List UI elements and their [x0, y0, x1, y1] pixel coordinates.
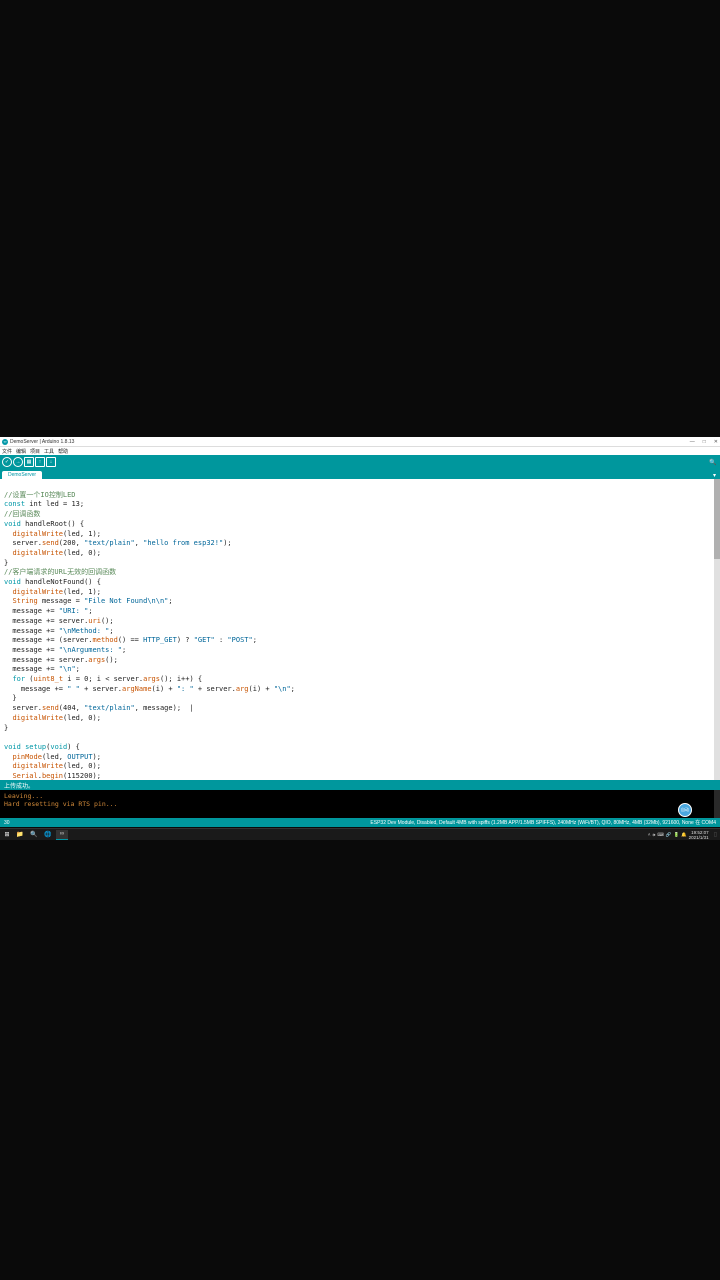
arduino-ide-window: ∞ DemoServer | Arduino 1.8.13 — □ ✕ 文件 编… — [0, 437, 720, 827]
tab-menu-button[interactable]: ▾ — [711, 472, 718, 479]
menu-help[interactable]: 帮助 — [58, 448, 68, 455]
windows-taskbar[interactable]: ⊞ 📁 🔍 🌐 ∞ ˄ 🕪 ⌨ 🔗 🔋 🔔 19:52:07 2021/1/31… — [0, 828, 720, 840]
tray-overflow-icon[interactable]: ˄ — [648, 832, 651, 837]
open-button[interactable]: ↑ — [35, 457, 45, 467]
verify-button[interactable]: ✓ — [2, 457, 12, 467]
titlebar[interactable]: ∞ DemoServer | Arduino 1.8.13 — □ ✕ — [0, 437, 720, 447]
menu-sketch[interactable]: 项目 — [30, 448, 40, 455]
upload-button[interactable]: → — [13, 457, 23, 467]
menubar: 文件 编辑 项目 工具 帮助 — [0, 447, 720, 455]
console-scrollbar[interactable] — [714, 790, 720, 818]
system-tray[interactable]: ˄ 🕪 ⌨ 🔗 🔋 🔔 — [648, 832, 687, 838]
menu-tools[interactable]: 工具 — [44, 448, 54, 455]
new-button[interactable]: ▦ — [24, 457, 34, 467]
taskbar-file-explorer-icon[interactable]: 📁 — [14, 830, 26, 840]
close-button[interactable]: ✕ — [714, 439, 718, 445]
taskbar-arduino-icon[interactable]: ∞ — [56, 830, 68, 840]
console-line: Hard resetting via RTS pin... — [4, 800, 118, 808]
arduino-logo-icon: ∞ — [2, 439, 8, 445]
window-title: DemoServer | Arduino 1.8.13 — [10, 439, 74, 445]
start-button[interactable]: ⊞ — [2, 830, 12, 840]
menu-edit[interactable]: 编辑 — [16, 448, 26, 455]
status-text: 上传成功。 — [4, 781, 34, 790]
code-editor[interactable]: //设置一个IO控制LED const int led = 13; //回调函数… — [0, 479, 720, 780]
toolbar: ✓ → ▦ ↑ ↓ 🔍 — [0, 455, 720, 469]
sketch-tab[interactable]: DemoServer — [2, 471, 42, 479]
show-desktop-button[interactable]: ▯ — [713, 831, 718, 838]
serial-monitor-button[interactable]: 🔍 — [708, 457, 718, 467]
tray-ime-icon[interactable]: ⌨ — [657, 832, 664, 838]
maximize-button[interactable]: □ — [703, 439, 706, 445]
floating-assist-button[interactable]: 自动 — [678, 803, 692, 817]
save-button[interactable]: ↓ — [46, 457, 56, 467]
footer-bar: 30 ESP32 Dev Module, Disabled, Default 4… — [0, 818, 720, 827]
tray-battery-icon[interactable]: 🔋 — [673, 832, 679, 838]
taskbar-search-icon[interactable]: 🔍 — [28, 830, 40, 840]
taskbar-browser-icon[interactable]: 🌐 — [42, 830, 54, 840]
tray-network-icon[interactable]: 🔗 — [666, 832, 672, 838]
status-bar: 上传成功。 — [0, 780, 720, 790]
editor-scrollbar[interactable] — [714, 479, 720, 780]
editor-scroll-thumb[interactable] — [714, 479, 720, 559]
menu-file[interactable]: 文件 — [2, 448, 12, 455]
board-info: ESP32 Dev Module, Disabled, Default 4MB … — [370, 819, 716, 826]
tray-volume-icon[interactable]: 🕪 — [652, 832, 655, 837]
minimize-button[interactable]: — — [690, 439, 695, 445]
output-console[interactable]: Leaving... Hard resetting via RTS pin...… — [0, 790, 720, 818]
tray-notification-icon[interactable]: 🔔 — [681, 832, 687, 838]
taskbar-clock[interactable]: 19:52:07 2021/1/31 — [689, 830, 711, 840]
tabbar: DemoServer ▾ — [0, 469, 720, 479]
console-line: Leaving... — [4, 792, 43, 800]
